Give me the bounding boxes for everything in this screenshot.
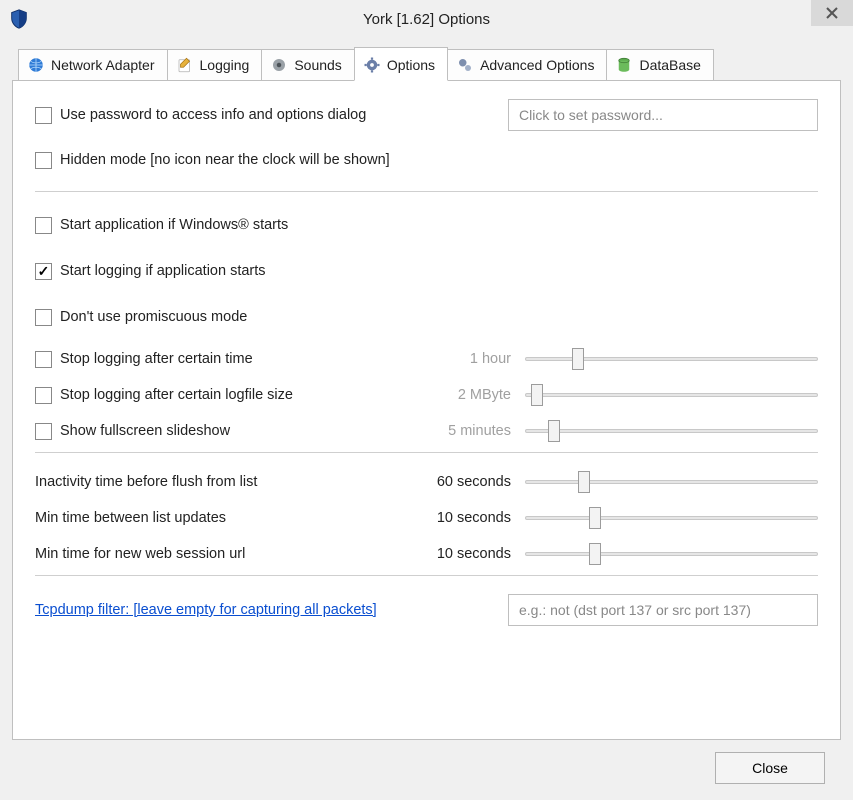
row-start-windows: Start application if Windows® starts	[35, 210, 818, 240]
label-no-promiscuous: Don't use promiscuous mode	[60, 309, 247, 325]
row-no-promiscuous: Don't use promiscuous mode	[35, 302, 818, 332]
checkbox-start-windows[interactable]	[35, 217, 52, 234]
label-stop-time: Stop logging after certain time	[60, 351, 253, 367]
tab-label: Network Adapter	[51, 57, 155, 73]
titlebar: York [1.62] Options	[0, 0, 853, 38]
tcpdump-filter-input[interactable]	[508, 594, 818, 626]
dialog-footer: Close	[12, 740, 841, 784]
checkbox-no-promiscuous[interactable]	[35, 309, 52, 326]
password-input[interactable]	[508, 99, 818, 131]
tab-strip: Network Adapter Logging Sounds Options A…	[12, 46, 841, 80]
checkbox-stop-time[interactable]	[35, 351, 52, 368]
slider-min-update[interactable]	[525, 507, 818, 529]
label-start-windows: Start application if Windows® starts	[60, 217, 288, 233]
label-min-update: Min time between list updates	[35, 510, 226, 526]
divider	[35, 575, 818, 576]
tcpdump-filter-link[interactable]: Tcpdump filter: [leave empty for capturi…	[35, 602, 377, 618]
tab-label: Logging	[200, 57, 250, 73]
tab-logging[interactable]: Logging	[167, 49, 263, 80]
slider-inactivity[interactable]	[525, 471, 818, 493]
tab-advanced-options[interactable]: Advanced Options	[447, 49, 607, 80]
row-stop-size: Stop logging after certain logfile size …	[35, 384, 818, 406]
slider-stop-size[interactable]	[525, 384, 818, 406]
label-stop-size: Stop logging after certain logfile size	[60, 387, 293, 403]
row-tcpdump: Tcpdump filter: [leave empty for capturi…	[35, 594, 818, 626]
speaker-icon	[270, 56, 288, 74]
checkbox-use-password[interactable]	[35, 107, 52, 124]
checkbox-start-logging[interactable]	[35, 263, 52, 280]
row-slideshow: Show fullscreen slideshow 5 minutes	[35, 420, 818, 442]
app-shield-icon	[8, 8, 30, 30]
label-use-password: Use password to access info and options …	[60, 107, 366, 123]
value-stop-size: 2 MByte	[425, 387, 525, 403]
close-icon	[826, 7, 838, 19]
tab-label: Options	[387, 57, 435, 73]
divider	[35, 191, 818, 192]
divider	[35, 452, 818, 453]
window-title: York [1.62] Options	[0, 11, 853, 28]
checkbox-hidden-mode[interactable]	[35, 152, 52, 169]
close-button[interactable]: Close	[715, 752, 825, 784]
database-icon	[615, 56, 633, 74]
slider-stop-time[interactable]	[525, 348, 818, 370]
gear-icon	[363, 56, 381, 74]
tab-label: DataBase	[639, 57, 700, 73]
label-hidden-mode: Hidden mode [no icon near the clock will…	[60, 152, 390, 168]
label-start-logging: Start logging if application starts	[60, 263, 266, 279]
value-stop-time: 1 hour	[425, 351, 525, 367]
tab-label: Advanced Options	[480, 57, 594, 73]
tab-network-adapter[interactable]: Network Adapter	[18, 49, 168, 80]
value-min-websession: 10 seconds	[425, 546, 525, 562]
row-hidden-mode: Hidden mode [no icon near the clock will…	[35, 145, 818, 175]
tab-options[interactable]: Options	[354, 47, 448, 81]
label-inactivity: Inactivity time before flush from list	[35, 474, 257, 490]
row-inactivity: Inactivity time before flush from list 6…	[35, 471, 818, 493]
value-inactivity: 60 seconds	[425, 474, 525, 490]
options-panel: Use password to access info and options …	[12, 80, 841, 740]
globe-icon	[27, 56, 45, 74]
slider-slideshow[interactable]	[525, 420, 818, 442]
tab-sounds[interactable]: Sounds	[261, 49, 354, 80]
value-slideshow: 5 minutes	[425, 423, 525, 439]
checkbox-stop-size[interactable]	[35, 387, 52, 404]
pencil-icon	[176, 56, 194, 74]
row-start-logging: Start logging if application starts	[35, 256, 818, 286]
window-close-button[interactable]	[811, 0, 853, 26]
row-use-password: Use password to access info and options …	[35, 99, 818, 131]
checkbox-slideshow[interactable]	[35, 423, 52, 440]
row-min-update: Min time between list updates 10 seconds	[35, 507, 818, 529]
gears-icon	[456, 56, 474, 74]
label-slideshow: Show fullscreen slideshow	[60, 423, 230, 439]
tab-label: Sounds	[294, 57, 341, 73]
row-stop-time: Stop logging after certain time 1 hour	[35, 348, 818, 370]
tab-database[interactable]: DataBase	[606, 49, 713, 80]
slider-min-websession[interactable]	[525, 543, 818, 565]
label-min-websession: Min time for new web session url	[35, 546, 245, 562]
value-min-update: 10 seconds	[425, 510, 525, 526]
row-min-websession: Min time for new web session url 10 seco…	[35, 543, 818, 565]
